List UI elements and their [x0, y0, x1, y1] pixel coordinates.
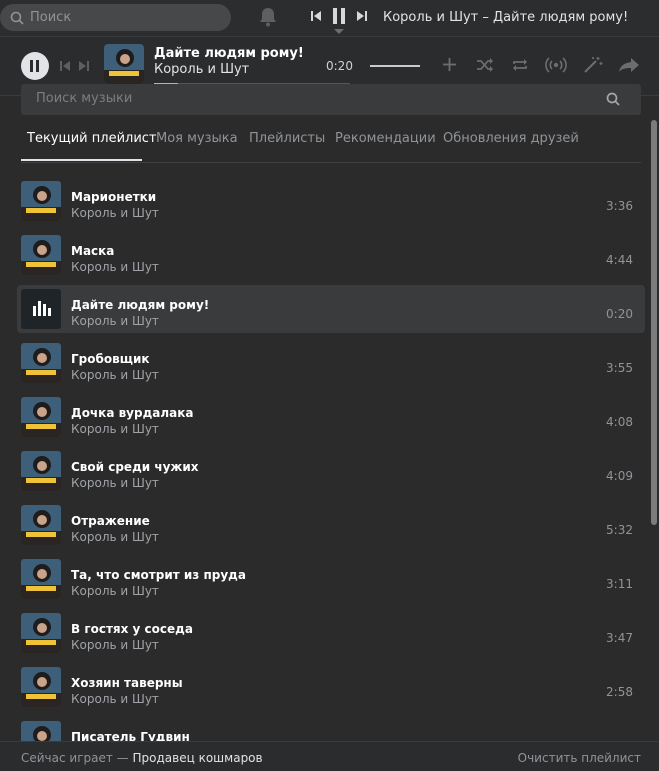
album-cover[interactable]: [21, 505, 61, 545]
now-playing-footer: Сейчас играет — Продавец кошмаров: [21, 751, 263, 765]
track-title: Та, что смотрит из пруда: [71, 568, 246, 582]
global-search-input[interactable]: [28, 9, 222, 26]
tab-recommendations[interactable]: Рекомендации: [335, 131, 436, 146]
track-row[interactable]: Хозяин таверны Король и Шут 2:58: [17, 663, 645, 711]
search-icon[interactable]: [606, 92, 620, 106]
track-row[interactable]: В гостях у соседа Король и Шут 3:47: [17, 609, 645, 657]
track-artist[interactable]: Король и Шут: [71, 692, 159, 706]
chevron-down-icon[interactable]: [334, 29, 344, 35]
track-list: Марионетки Король и Шут 3:36 Маска Король и …: [17, 176, 645, 741]
track-row[interactable]: Марионетки Король и Шут 3:36: [17, 177, 645, 225]
share-icon[interactable]: [618, 57, 640, 73]
track-row[interactable]: Дайте людям рому! Король и Шут 0:20: [17, 285, 645, 333]
album-cover: [104, 44, 144, 84]
broadcast-icon[interactable]: [545, 56, 567, 74]
track-title: Свой среди чужих: [71, 460, 199, 474]
mini-prev-icon[interactable]: [311, 9, 321, 23]
track-artist[interactable]: Король и Шут: [71, 314, 159, 328]
tab-my-music[interactable]: Моя музыка: [156, 131, 238, 146]
track-duration: 3:36: [606, 199, 633, 213]
now-playing-song[interactable]: Продавец кошмаров: [133, 751, 263, 765]
music-search-input[interactable]: [34, 90, 598, 107]
track-artist[interactable]: Король и Шут: [71, 368, 159, 382]
album-cover[interactable]: [21, 397, 61, 437]
prev-icon[interactable]: [60, 61, 70, 71]
equalizer-icon[interactable]: [21, 289, 61, 329]
pause-icon: [30, 60, 39, 72]
track-artist[interactable]: Король и Шут: [71, 422, 159, 436]
track-row[interactable]: Отражение Король и Шут 5:32: [17, 501, 645, 549]
track-title: Дочка вурдалака: [71, 406, 194, 420]
track-row[interactable]: Писатель ГудвинКороль и Шут: [17, 717, 645, 741]
track-title: Гробовщик: [71, 352, 150, 366]
music-tabs: Текущий плейлист Моя музыка Плейлисты Ре…: [21, 122, 641, 163]
track-row[interactable]: Дочка вурдалака Король и Шут 4:08: [17, 393, 645, 441]
album-cover[interactable]: [21, 343, 61, 383]
player-track-artist[interactable]: Король и Шут: [154, 62, 249, 77]
tab-friends-updates[interactable]: Обновления друзей: [443, 131, 579, 146]
track-title: В гостях у соседа: [71, 622, 193, 636]
track-duration: 3:47: [606, 631, 633, 645]
album-cover[interactable]: [21, 613, 61, 653]
tab-current-playlist[interactable]: Текущий плейлист: [27, 131, 157, 146]
album-cover[interactable]: [21, 451, 61, 491]
tab-playlists[interactable]: Плейлисты: [249, 131, 325, 146]
player-time[interactable]: 0:20: [326, 59, 353, 73]
track-title: Отражение: [71, 514, 150, 528]
next-icon[interactable]: [79, 61, 89, 71]
track-duration: 4:09: [606, 469, 633, 483]
top-bar: Король и Шут – Дайте людям рому!: [0, 0, 659, 37]
global-search[interactable]: [0, 4, 231, 31]
mini-now-playing[interactable]: Король и Шут – Дайте людям рому!: [383, 10, 653, 25]
shuffle-icon[interactable]: [476, 58, 494, 72]
track-title: Писатель Гудвин: [71, 730, 190, 741]
track-row[interactable]: Свой среди чужих Король и Шут 4:09: [17, 447, 645, 495]
album-cover[interactable]: [21, 721, 61, 741]
track-row[interactable]: Гробовщик Король и Шут 3:55: [17, 339, 645, 387]
track-artist[interactable]: Король и Шут: [71, 638, 159, 652]
track-row[interactable]: Маска Король и Шут 4:44: [17, 231, 645, 279]
now-playing-label: Сейчас играет —: [21, 751, 129, 765]
music-search[interactable]: [21, 84, 641, 115]
mini-pause-icon[interactable]: [333, 7, 345, 25]
player-track-title: Дайте людям рому!: [154, 46, 304, 61]
scrollbar[interactable]: [651, 120, 657, 525]
album-cover[interactable]: [21, 667, 61, 707]
album-cover[interactable]: [21, 559, 61, 599]
mini-next-icon[interactable]: [357, 9, 367, 23]
track-title: Дайте людям рому!: [71, 298, 210, 312]
track-duration: 0:20: [606, 307, 633, 321]
track-artist[interactable]: Король и Шут: [71, 530, 159, 544]
clear-playlist-button[interactable]: Очистить плейлист: [518, 751, 641, 765]
track-title: Маска: [71, 244, 115, 258]
magic-wand-icon[interactable]: [583, 56, 603, 74]
track-duration: 2:58: [606, 685, 633, 699]
track-artist[interactable]: Король и Шут: [71, 476, 159, 490]
bell-icon[interactable]: [258, 6, 278, 28]
pause-button[interactable]: [21, 52, 49, 80]
track-artist[interactable]: Король и Шут: [71, 260, 159, 274]
album-cover[interactable]: [21, 181, 61, 221]
track-artist[interactable]: Король и Шут: [71, 206, 159, 220]
add-icon[interactable]: [442, 57, 457, 72]
track-row[interactable]: Та, что смотрит из пруда Король и Шут 3:11: [17, 555, 645, 603]
track-artist[interactable]: Король и Шут: [71, 584, 159, 598]
track-duration: 4:44: [606, 253, 633, 267]
track-title: Марионетки: [71, 190, 157, 204]
volume-slider[interactable]: [370, 65, 420, 67]
album-cover[interactable]: [21, 235, 61, 275]
track-duration: 3:11: [606, 577, 633, 591]
active-tab-indicator: [21, 159, 142, 161]
track-duration: 4:08: [606, 415, 633, 429]
track-title: Хозяин таверны: [71, 676, 183, 690]
repeat-icon[interactable]: [511, 57, 529, 73]
track-duration: 5:32: [606, 523, 633, 537]
search-icon: [10, 11, 24, 25]
footer: Сейчас играет — Продавец кошмаров Очисти…: [0, 741, 659, 771]
track-duration: 3:55: [606, 361, 633, 375]
